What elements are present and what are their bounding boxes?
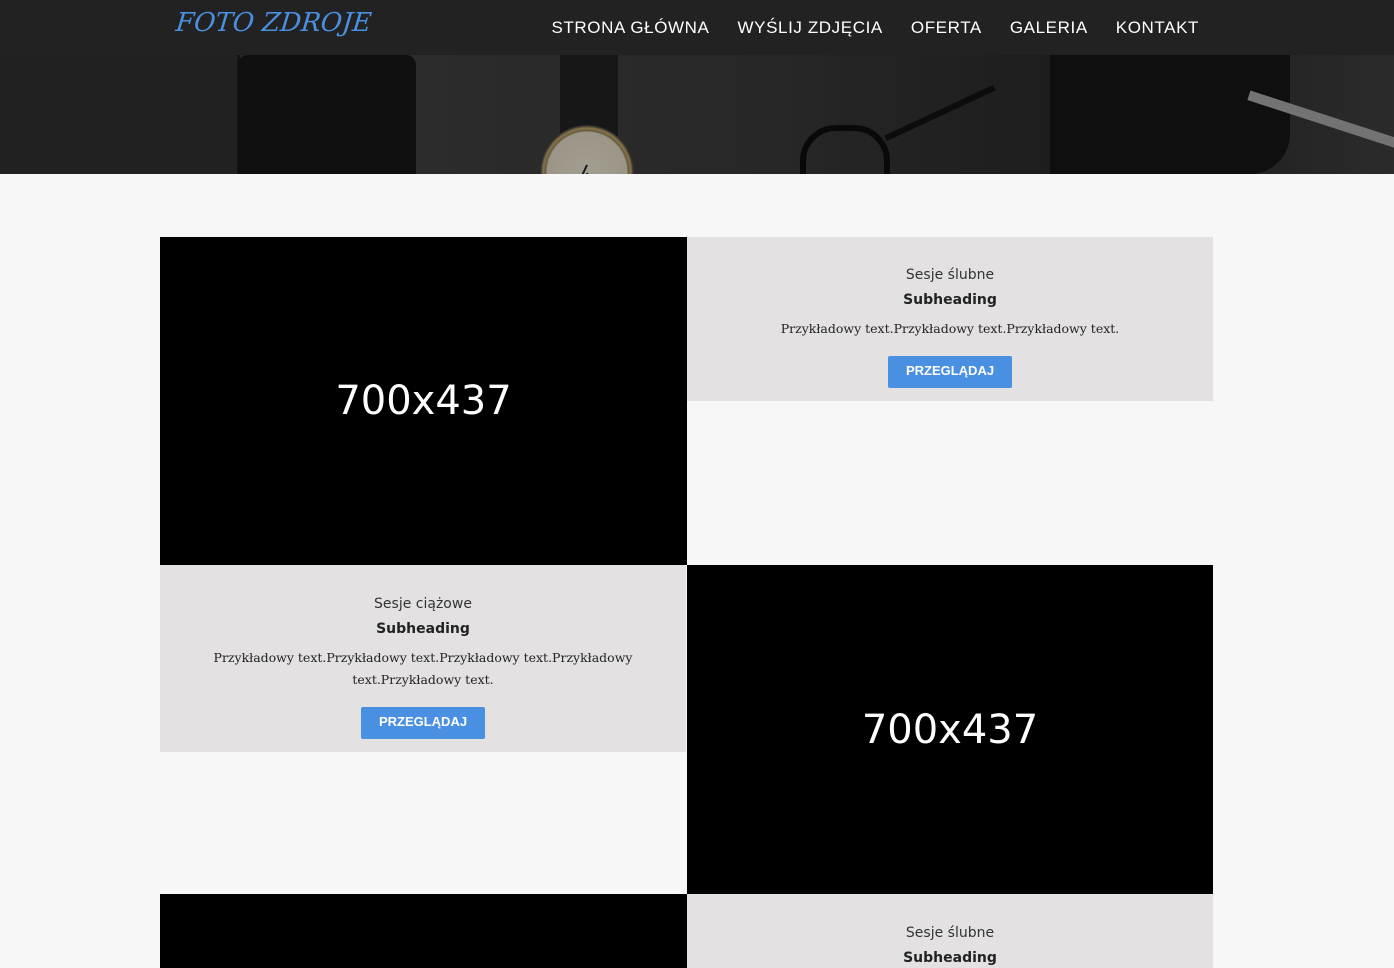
nav-menu: STRONA GŁÓWNA WYŚLIJ ZDJĘCIA OFERTA GALE… xyxy=(524,0,1200,55)
nav-gallery[interactable]: GALERIA xyxy=(1010,18,1088,38)
nav-home[interactable]: STRONA GŁÓWNA xyxy=(552,18,710,38)
nav-contact[interactable]: KONTAKT xyxy=(1116,18,1199,38)
hero-overlay xyxy=(0,55,1394,174)
hero-banner-image xyxy=(0,55,1394,174)
card-text: Przykładowy text.Przykładowy text.Przykł… xyxy=(780,321,1120,336)
offer-card: Sesje ciążowe Subheading Przykładowy tex… xyxy=(160,565,686,752)
card-text: Przykładowy text.Przykładowy text.Przykł… xyxy=(213,650,633,687)
browse-button[interactable]: PRZEGLĄDAJ xyxy=(360,707,486,739)
offer-card: Sesje ślubne Subheading xyxy=(687,894,1213,968)
image-placeholder xyxy=(160,894,687,968)
browse-button[interactable]: PRZEGLĄDAJ xyxy=(887,356,1013,388)
card-title: Sesje ciążowe xyxy=(374,596,472,612)
brand-logo[interactable]: FOTO ZDROJE xyxy=(174,8,373,38)
card-subheading: Subheading xyxy=(376,621,470,637)
navbar: FOTO ZDROJE STRONA GŁÓWNA WYŚLIJ ZDJĘCIA… xyxy=(0,0,1394,55)
image-placeholder: 700x437 xyxy=(687,565,1213,894)
card-title: Sesje ślubne xyxy=(905,925,995,941)
card-title: Sesje ślubne xyxy=(905,267,995,283)
offer-card: Sesje ślubne Subheading Przykładowy text… xyxy=(687,237,1213,401)
nav-offer[interactable]: OFERTA xyxy=(911,18,982,38)
card-subheading: Subheading xyxy=(903,292,997,308)
image-placeholder: 700x437 xyxy=(160,237,687,565)
nav-send-photos[interactable]: WYŚLIJ ZDJĘCIA xyxy=(738,18,883,38)
card-subheading: Subheading xyxy=(903,950,997,966)
